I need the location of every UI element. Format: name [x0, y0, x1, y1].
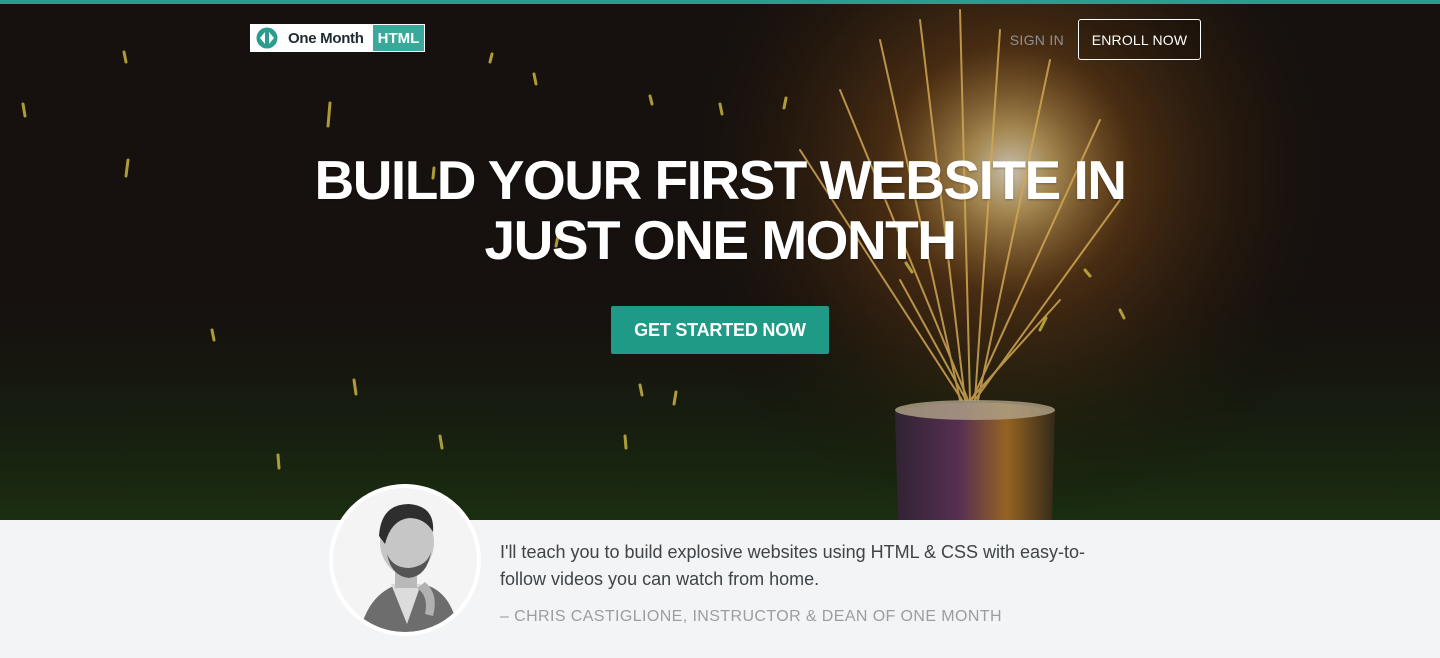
quote-line-1: I'll teach you to build explosive websit… — [500, 542, 1086, 562]
brand-name: One Month — [288, 29, 364, 47]
top-nav: SIGN IN ENROLL NOW — [1010, 19, 1201, 60]
avatar — [329, 484, 481, 636]
logo-wordmark: One Month — [250, 24, 372, 52]
quote-line-2: follow videos you can watch from home. — [500, 569, 820, 589]
hero-headline: BUILD YOUR FIRST WEBSITE IN JUST ONE MON… — [0, 150, 1440, 270]
enroll-now-button[interactable]: ENROLL NOW — [1078, 19, 1201, 60]
get-started-button[interactable]: GET STARTED NOW — [611, 306, 829, 354]
brand-logo[interactable]: One Month HTML — [250, 24, 426, 52]
brand-badge: HTML — [371, 24, 426, 52]
instructor-portrait-image — [329, 484, 481, 636]
sign-in-link[interactable]: SIGN IN — [1010, 32, 1064, 48]
hero-section: One Month HTML SIGN IN ENROLL NOW BUILD … — [0, 0, 1440, 520]
brand-mark-icon — [256, 27, 278, 49]
headline-line-2: JUST ONE MONTH — [484, 209, 957, 271]
testimonial-quote: I'll teach you to build explosive websit… — [500, 539, 1100, 593]
testimonial-attribution: – CHRIS CASTIGLIONE, INSTRUCTOR & DEAN O… — [500, 608, 1002, 625]
top-accent-bar — [0, 0, 1440, 4]
headline-line-1: BUILD YOUR FIRST WEBSITE IN — [314, 149, 1127, 211]
